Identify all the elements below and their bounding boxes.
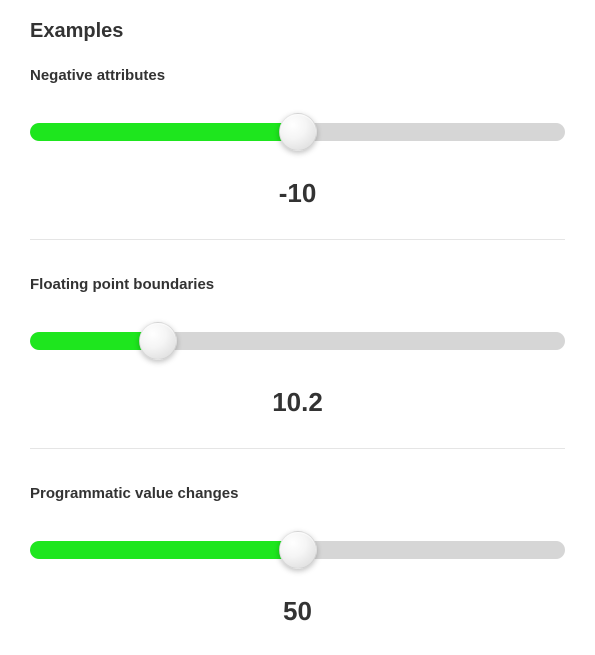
slider-label: Negative attributes [30,67,565,84]
slider-value: -10 [30,178,565,209]
slider-fill [30,123,298,141]
divider [30,448,565,449]
slider-label: Floating point boundaries [30,276,565,293]
page-title: Examples [30,20,565,43]
slider-track [30,332,565,350]
slider-handle[interactable] [139,322,177,360]
slider-label: Programmatic value changes [30,485,565,502]
example-programmatic: Programmatic value changes 50 [30,485,565,627]
divider [30,239,565,240]
slider-programmatic[interactable] [30,530,565,570]
slider-floating[interactable] [30,321,565,361]
example-negative-attributes: Negative attributes -10 [30,67,565,209]
slider-value: 10.2 [30,387,565,418]
slider-handle[interactable] [279,113,317,151]
slider-negative[interactable] [30,112,565,152]
slider-value: 50 [30,596,565,627]
slider-handle[interactable] [279,531,317,569]
slider-fill [30,541,298,559]
example-floating-point: Floating point boundaries 10.2 [30,276,565,418]
